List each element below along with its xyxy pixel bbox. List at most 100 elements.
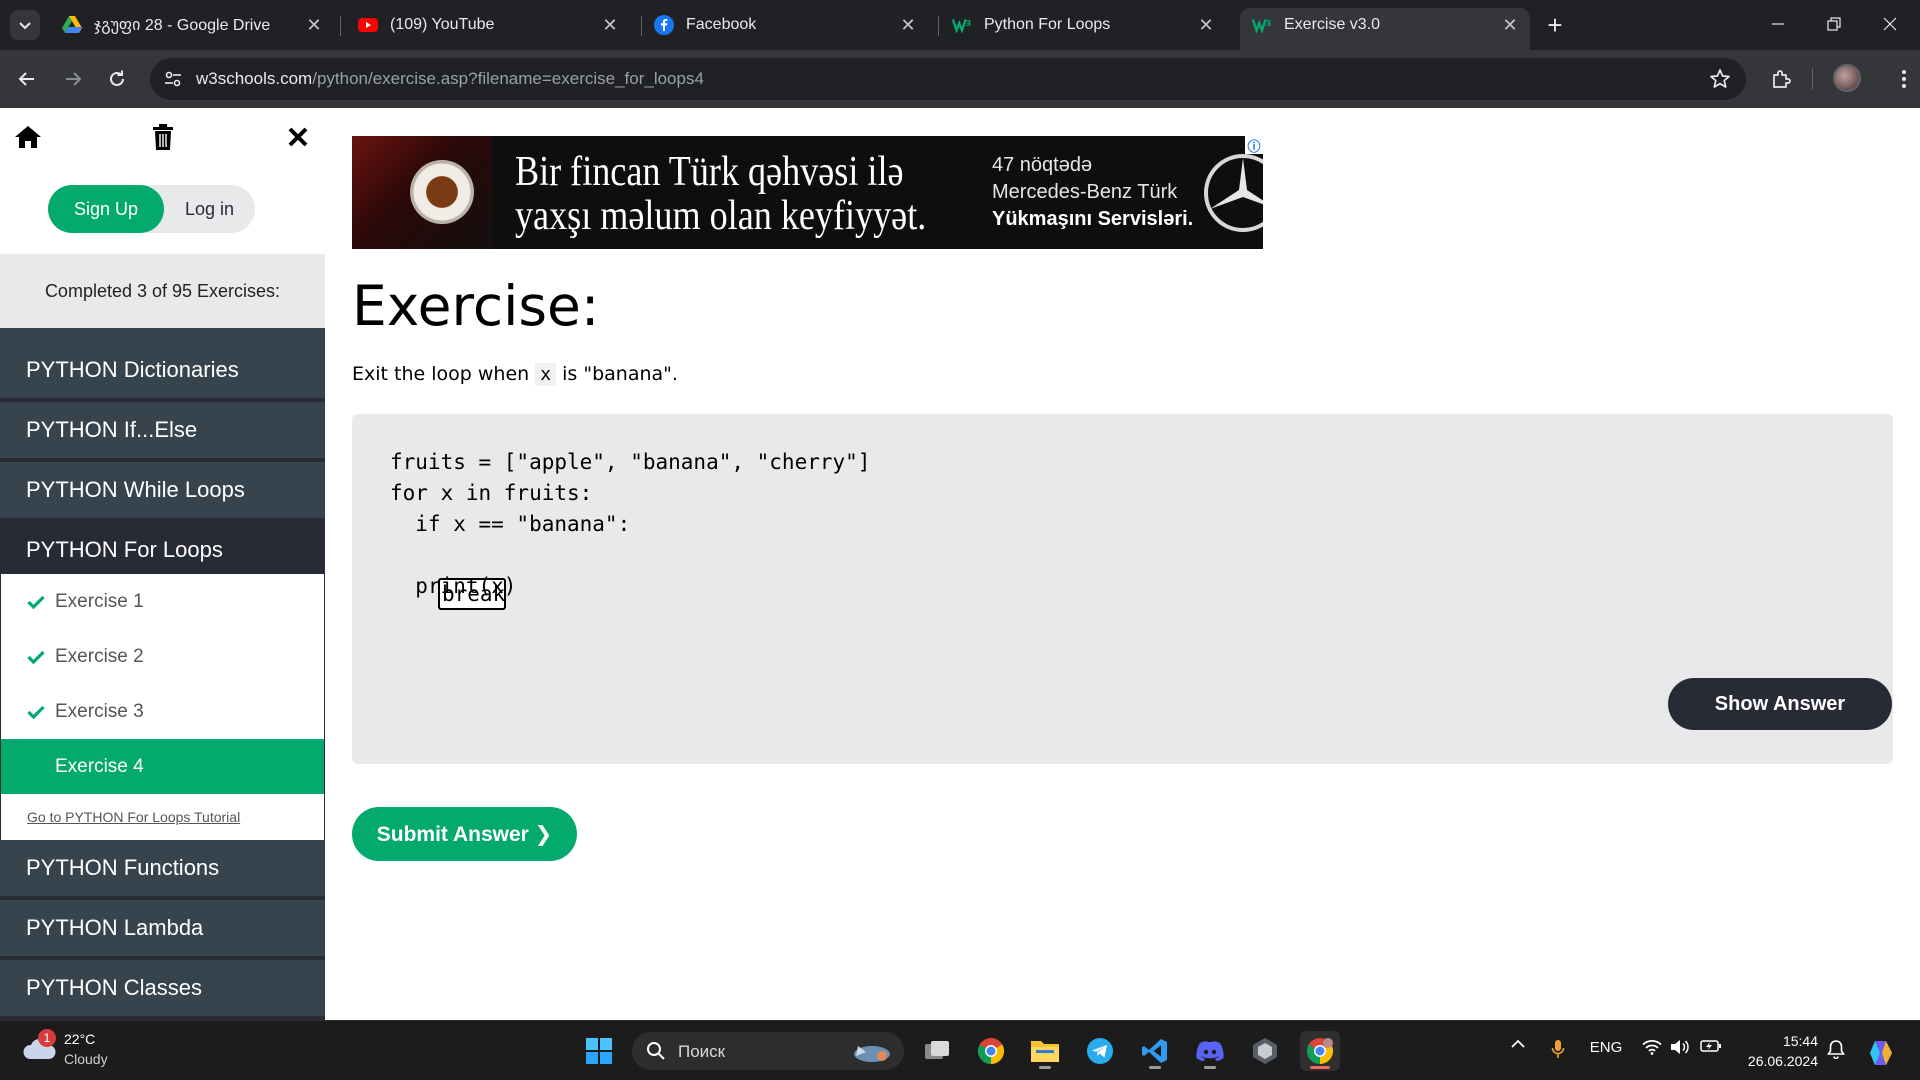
ad-choices[interactable]: ⓘ ✕ — [1245, 136, 1263, 154]
volume-tray[interactable] — [1668, 1039, 1692, 1055]
taskbar-telegram[interactable] — [1080, 1031, 1120, 1071]
home-icon[interactable] — [13, 122, 43, 152]
microphone-tray[interactable] — [1546, 1039, 1570, 1059]
close-icon[interactable] — [283, 122, 313, 152]
exercise-label: Exercise 2 — [55, 645, 144, 667]
trash-icon[interactable] — [148, 122, 178, 152]
ad-side-line: 47 nöqtədə — [992, 154, 1093, 176]
exercise-link-2[interactable]: Exercise 2 — [1, 629, 324, 684]
close-window-button[interactable] — [1862, 0, 1918, 48]
sidebar-item-for-loops[interactable]: PYTHON For Loops — [0, 522, 325, 580]
ad-headline: Bir fincan Türk qəhvəsi ilə yaxşı məlum … — [515, 150, 926, 238]
taskbar-vscode[interactable] — [1135, 1031, 1175, 1071]
show-answer-button[interactable]: Show Answer — [1668, 678, 1892, 730]
search-icon — [647, 1042, 665, 1060]
close-icon[interactable]: ✕ — [302, 13, 326, 37]
new-tab-button[interactable]: + — [1540, 10, 1570, 40]
code-line: for x in fruits: — [390, 481, 593, 505]
exercise-label: Exercise 3 — [55, 700, 144, 722]
exercise-label: Exercise 4 — [55, 755, 144, 777]
progress-divider — [0, 328, 325, 342]
system-clock[interactable]: 15:44 26.06.2024 — [1728, 1031, 1818, 1071]
sign-up-button[interactable]: Sign Up — [48, 185, 164, 233]
start-button[interactable] — [579, 1031, 619, 1071]
submit-answer-button[interactable]: Submit Answer ❯ — [352, 807, 577, 861]
taskbar-chrome-active[interactable] — [1300, 1031, 1340, 1071]
url-host: w3schools.com — [196, 69, 313, 88]
code-panel: fruits = ["apple", "banana", "cherry"] f… — [352, 414, 1893, 764]
auth-toggle: Sign Up Log in — [48, 185, 255, 233]
site-settings-icon[interactable] — [160, 66, 186, 92]
bookmark-star-icon[interactable] — [1708, 67, 1732, 91]
close-icon[interactable]: ✕ — [598, 13, 622, 37]
taskbar-app-hexagon[interactable] — [1245, 1031, 1285, 1071]
wifi-tray[interactable] — [1640, 1039, 1664, 1055]
restore-icon — [1827, 17, 1841, 31]
active-indicator — [1310, 1066, 1330, 1069]
close-icon[interactable]: ✕ — [1498, 13, 1522, 37]
tab-exercise-active[interactable]: 3 Exercise v3.0 ✕ — [1240, 8, 1530, 50]
svg-text:3: 3 — [1266, 18, 1272, 28]
taskbar-discord[interactable] — [1190, 1031, 1230, 1071]
tutorial-link[interactable]: Go to PYTHON For Loops Tutorial — [1, 794, 324, 840]
instruction-code: x — [535, 363, 557, 386]
running-indicator — [1149, 1066, 1161, 1069]
forward-button[interactable] — [56, 62, 90, 96]
tab-facebook[interactable]: Facebook ✕ — [642, 8, 928, 42]
profile-avatar[interactable] — [1833, 64, 1861, 92]
reload-button[interactable] — [100, 62, 134, 96]
youtube-icon — [358, 15, 378, 35]
extensions-button[interactable] — [1767, 65, 1795, 93]
battery-tray[interactable] — [1698, 1039, 1724, 1053]
chrome-menu-button[interactable] — [1890, 65, 1918, 93]
task-view-button[interactable] — [917, 1031, 957, 1071]
arrow-right-icon — [66, 72, 82, 86]
completion-status: Completed 3 of 95 Exercises: — [0, 254, 325, 328]
tab-search-button[interactable] — [10, 10, 40, 40]
close-icon[interactable]: ✕ — [1194, 13, 1218, 37]
taskbar-search[interactable]: Поиск — [632, 1032, 904, 1070]
volume-icon — [1671, 1040, 1689, 1054]
clock-date: 26.06.2024 — [1747, 1053, 1818, 1069]
show-hidden-icons[interactable] — [1506, 1039, 1530, 1049]
sidebar-item-while-loops[interactable]: PYTHON While Loops — [0, 462, 325, 520]
sidebar-item-functions[interactable]: PYTHON Functions — [0, 840, 325, 898]
sidebar-header: Sign Up Log in — [0, 108, 325, 254]
sidebar-item-classes[interactable]: PYTHON Classes — [0, 960, 325, 1018]
address-bar[interactable]: w3schools.com/python/exercise.asp?filena… — [150, 58, 1746, 100]
sidebar-item-if-else[interactable]: PYTHON If...Else — [0, 402, 325, 460]
advertisement-banner[interactable]: Bir fincan Türk qəhvəsi ilə yaxşı məlum … — [352, 136, 1263, 249]
tab-google-drive[interactable]: ჯგუფი 28 - Google Drive ✕ — [50, 8, 334, 42]
back-button[interactable] — [10, 62, 44, 96]
sidebar-item-lambda[interactable]: PYTHON Lambda — [0, 900, 325, 958]
exercise-link-4-active[interactable]: Exercise 4 — [1, 739, 324, 794]
log-in-button[interactable]: Log in — [164, 185, 255, 233]
weather-condition[interactable]: Cloudy — [64, 1051, 108, 1067]
exercise-link-3[interactable]: Exercise 3 — [1, 684, 324, 739]
tab-separator — [938, 16, 939, 36]
notifications-tray[interactable] — [1824, 1039, 1848, 1059]
toolbar-divider — [1812, 68, 1813, 90]
wifi-icon — [1642, 1040, 1662, 1055]
sidebar-item-dictionaries[interactable]: PYTHON Dictionaries — [0, 342, 325, 400]
hexagon-app-icon — [1253, 1038, 1277, 1064]
minimize-icon — [1772, 23, 1784, 25]
tab-youtube[interactable]: (109) YouTube ✕ — [346, 8, 630, 42]
restore-button[interactable] — [1806, 0, 1862, 48]
close-icon[interactable]: ✕ — [896, 13, 920, 37]
ad-side-text: 47 nöqtədə Mercedes-Benz Türk Yükmaşını … — [992, 152, 1193, 233]
weather-temperature[interactable]: 22°C — [64, 1031, 95, 1047]
taskbar-file-explorer[interactable] — [1025, 1031, 1065, 1071]
language-indicator[interactable]: ENG — [1584, 1039, 1628, 1056]
copilot-button[interactable] — [1864, 1039, 1898, 1067]
ad-info-icon[interactable]: ⓘ — [1245, 136, 1263, 154]
exercise-link-1[interactable]: Exercise 1 — [1, 574, 324, 629]
facebook-icon — [654, 15, 674, 35]
google-drive-icon — [62, 15, 82, 35]
tab-separator — [340, 16, 341, 36]
taskbar-chrome[interactable] — [971, 1031, 1011, 1071]
tab-python-for-loops[interactable]: 3 Python For Loops ✕ — [940, 8, 1226, 42]
w3schools-icon: 3 — [952, 15, 972, 35]
ad-side-line: Yükmaşını Servisləri. — [992, 208, 1194, 230]
minimize-button[interactable] — [1750, 0, 1806, 48]
